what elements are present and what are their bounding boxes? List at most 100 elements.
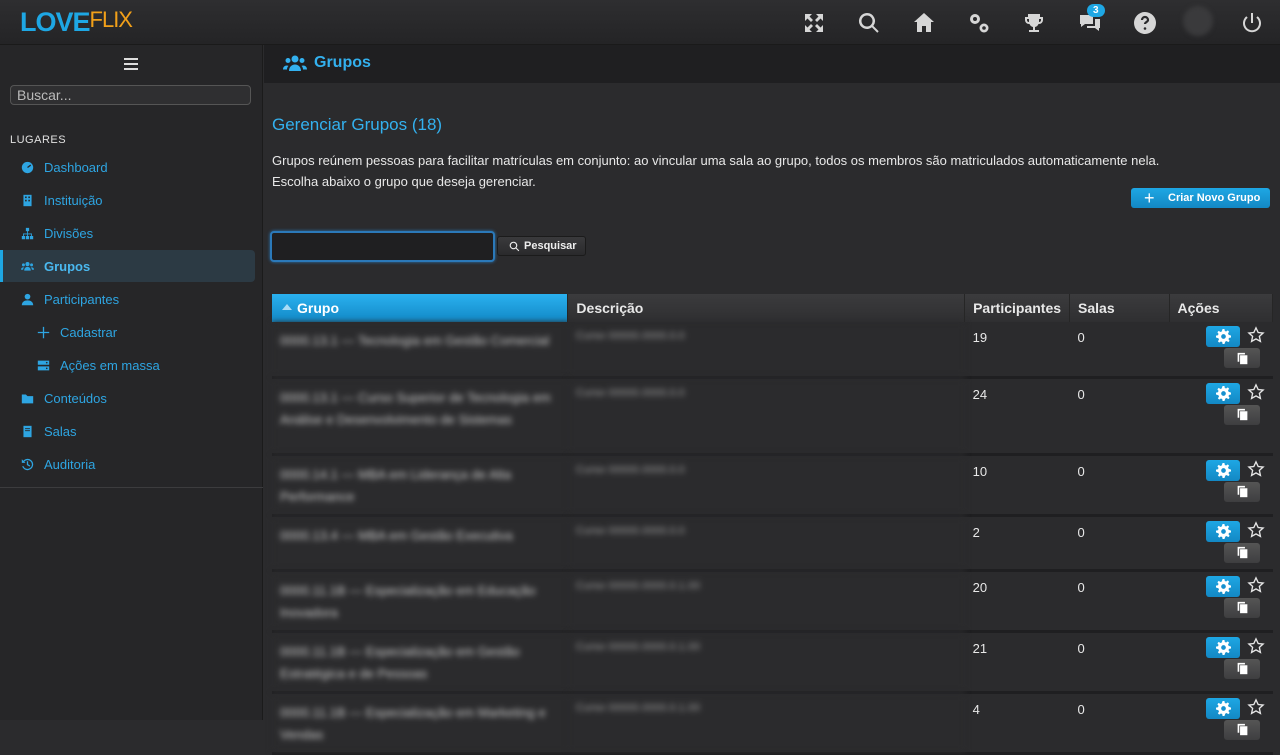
participants-count-cell: 2 xyxy=(964,515,1070,572)
sidebar-item-label: Conteúdos xyxy=(44,390,107,406)
sidebar-item-cadastrar[interactable]: Cadastrar xyxy=(0,316,255,348)
search-button[interactable]: Pesquisar xyxy=(497,236,586,256)
column-grupo[interactable]: Grupo xyxy=(272,294,569,322)
participants-count-cell: 19 xyxy=(964,322,1070,379)
sitemap-icon xyxy=(20,226,34,240)
group-search-input[interactable] xyxy=(270,231,495,262)
group-name-cell[interactable]: 0000.13.4 — MBA em Gestão Executiva xyxy=(272,515,568,572)
settings-icon[interactable] xyxy=(966,10,992,36)
manage-group-button[interactable] xyxy=(1206,697,1240,719)
search-icon[interactable] xyxy=(856,10,882,36)
manage-group-button[interactable] xyxy=(1206,636,1240,658)
brand-logo[interactable]: LOVEFLIX xyxy=(20,7,133,38)
home-icon[interactable] xyxy=(911,10,937,36)
favorite-star-icon[interactable] xyxy=(1247,326,1265,344)
gear-icon xyxy=(1215,462,1231,478)
help-icon[interactable] xyxy=(1132,10,1158,36)
trophy-icon[interactable] xyxy=(1021,10,1047,36)
group-name-cell[interactable]: 0000.14.1 — MBA em Liderança de Alta Per… xyxy=(272,454,568,517)
sidebar-item-label: Instituição xyxy=(44,192,103,208)
column-label: Grupo xyxy=(297,300,339,316)
duplicate-group-button[interactable] xyxy=(1224,658,1260,679)
actions-cell xyxy=(1169,570,1273,633)
building-icon xyxy=(20,193,34,207)
rooms-count-cell: 0 xyxy=(1069,515,1169,572)
sidebar-item-dashboard[interactable]: Dashboard xyxy=(0,151,255,183)
gear-icon xyxy=(1215,578,1231,594)
sidebar-item-conteudos[interactable]: Conteúdos xyxy=(0,382,255,414)
group-name-cell[interactable]: 0000.11.1B — Especialização em Marketing… xyxy=(272,692,568,755)
favorite-star-icon[interactable] xyxy=(1247,520,1265,539)
breadcrumb: Grupos xyxy=(264,45,1280,83)
copy-icon xyxy=(1237,408,1247,421)
sidebar-item-participantes[interactable]: Participantes xyxy=(0,283,255,315)
create-group-button[interactable]: + Criar Novo Grupo xyxy=(1131,188,1270,208)
copy-icon xyxy=(1237,601,1247,614)
group-name-cell[interactable]: 0000.13.1 — Curso Superior de Tecnologia… xyxy=(272,377,568,456)
favorite-star-icon[interactable] xyxy=(1247,575,1265,594)
sidebar-item-salas[interactable]: Salas xyxy=(0,415,255,447)
plus-icon xyxy=(36,325,50,339)
menu-toggle-icon[interactable] xyxy=(124,58,138,70)
column-descricao[interactable]: Descrição xyxy=(567,294,966,322)
sidebar-item-label: Salas xyxy=(44,423,77,439)
duplicate-group-button[interactable] xyxy=(1224,404,1260,425)
copy-icon xyxy=(1237,352,1247,364)
duplicate-group-button[interactable] xyxy=(1224,542,1260,563)
table-row: 0000.13.1 — Tecnologia em Gestão Comerci… xyxy=(272,322,1273,379)
page-title: Gerenciar Grupos (18) xyxy=(272,115,443,134)
top-bar: LOVEFLIX 3 xyxy=(0,0,1280,45)
table-row: 0000.13.1 — Curso Superior de Tecnologia… xyxy=(272,377,1273,456)
sidebar: Buscar... LUGARES Dashboard Instituição … xyxy=(0,45,263,720)
fullscreen-icon[interactable] xyxy=(801,10,827,36)
sidebar-search-input[interactable]: Buscar... xyxy=(10,85,251,105)
duplicate-group-button[interactable] xyxy=(1224,481,1260,502)
users-icon xyxy=(20,259,34,273)
manage-group-button[interactable] xyxy=(1206,459,1240,481)
folder-icon xyxy=(20,391,34,405)
favorite-star-icon[interactable] xyxy=(1247,636,1265,655)
favorite-star-icon[interactable] xyxy=(1247,459,1265,478)
search-button-label: Pesquisar xyxy=(524,240,577,252)
sort-asc-icon xyxy=(282,304,292,311)
sidebar-item-label: Grupos xyxy=(44,258,91,274)
rooms-count-cell: 0 xyxy=(1069,377,1169,456)
search-icon xyxy=(509,241,520,251)
group-name-cell[interactable]: 0000.13.1 — Tecnologia em Gestão Comerci… xyxy=(272,322,568,379)
participants-count-cell: 21 xyxy=(964,631,1070,694)
manage-group-button[interactable] xyxy=(1206,326,1240,347)
sidebar-item-divisoes[interactable]: Divisões xyxy=(0,217,255,249)
history-icon xyxy=(20,457,34,471)
manage-group-button[interactable] xyxy=(1206,575,1240,597)
sidebar-item-instituicao[interactable]: Instituição xyxy=(0,184,255,216)
sidebar-item-auditoria[interactable]: Auditoria xyxy=(0,448,255,480)
duplicate-group-button[interactable] xyxy=(1224,348,1260,368)
column-participantes[interactable]: Participantes xyxy=(964,294,1071,322)
description-line: Grupos reúnem pessoas para facilitar mat… xyxy=(272,153,1160,168)
duplicate-group-button[interactable] xyxy=(1224,719,1260,740)
rooms-count-cell: 0 xyxy=(1069,631,1169,694)
group-description-cell: Curso 00000.0000.0.1.00 xyxy=(567,631,965,694)
avatar[interactable] xyxy=(1183,6,1213,36)
group-name-cell[interactable]: 0000.11.1B — Especialização em Gestão Es… xyxy=(272,631,568,694)
sidebar-item-grupos[interactable]: Grupos xyxy=(0,250,255,282)
users-icon xyxy=(283,54,307,72)
rooms-count-cell: 0 xyxy=(1069,692,1169,755)
manage-group-button[interactable] xyxy=(1206,382,1240,404)
sidebar-item-acoes-em-massa[interactable]: Ações em massa xyxy=(0,349,255,381)
participants-count-cell: 24 xyxy=(964,377,1070,456)
description-line: Escolha abaixo o grupo que deseja gerenc… xyxy=(272,174,536,189)
participants-count-cell: 20 xyxy=(964,570,1070,633)
manage-group-button[interactable] xyxy=(1206,520,1240,542)
table-row: 0000.13.4 — MBA em Gestão Executiva Curso… xyxy=(272,515,1273,572)
favorite-star-icon[interactable] xyxy=(1247,697,1265,716)
sidebar-item-label: Divisões xyxy=(44,225,94,241)
actions-cell xyxy=(1169,631,1273,694)
gear-icon xyxy=(1215,523,1231,539)
duplicate-group-button[interactable] xyxy=(1224,597,1260,618)
power-icon[interactable] xyxy=(1239,10,1265,36)
favorite-star-icon[interactable] xyxy=(1247,382,1265,401)
actions-cell xyxy=(1169,515,1273,572)
group-name-cell[interactable]: 0000.11.1B — Especialização em Educação … xyxy=(272,570,568,633)
column-salas[interactable]: Salas xyxy=(1069,294,1170,322)
